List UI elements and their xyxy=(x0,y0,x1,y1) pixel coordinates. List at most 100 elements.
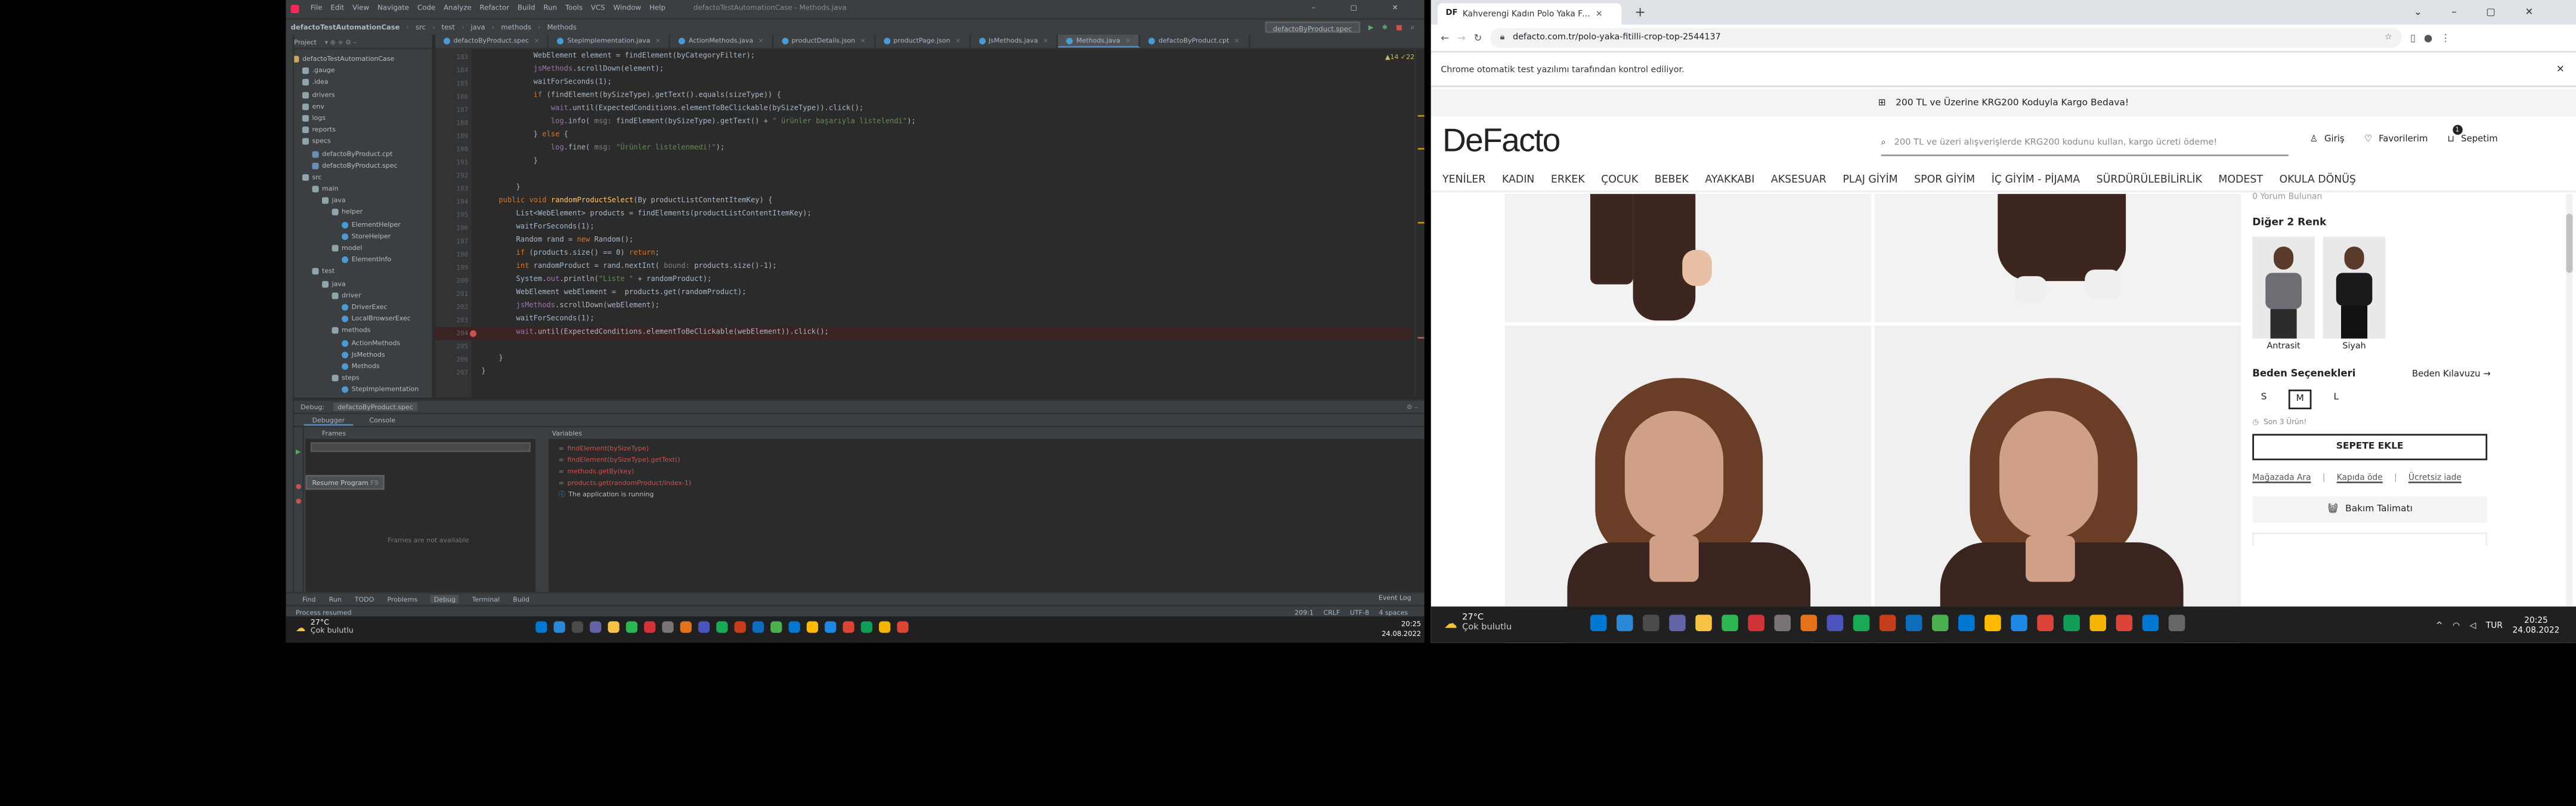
category-link[interactable]: AKSESUAR xyxy=(1771,174,1826,186)
code-line[interactable]: 201 WebElement webElement = products.get… xyxy=(435,288,1411,301)
editor-tab[interactable]: Methods.java × xyxy=(1058,34,1141,48)
tree-item[interactable]: LocalBrowserExec xyxy=(286,313,432,325)
taskbar-app-icon[interactable] xyxy=(2116,614,2133,631)
taskbar-app-icon[interactable] xyxy=(2037,614,2054,631)
category-link[interactable]: MODEST xyxy=(2218,174,2263,186)
size-option[interactable]: S xyxy=(2252,390,2275,409)
taskbar-app-icon[interactable] xyxy=(571,621,584,633)
tree-item[interactable]: .idea xyxy=(286,76,432,88)
taskbar-app-icon[interactable] xyxy=(1695,614,1712,631)
breadcrumb-item[interactable]: src xyxy=(416,23,426,32)
infobar-close-icon[interactable]: ✕ xyxy=(2556,64,2565,75)
event-log[interactable]: Event Log xyxy=(1379,594,1411,602)
taskbar-app-icon[interactable] xyxy=(626,621,637,633)
taskbar-app-icon[interactable] xyxy=(1853,614,1870,631)
editor-tab[interactable]: StepImplementation.java × xyxy=(549,34,671,48)
tree-item[interactable]: helper xyxy=(286,206,432,218)
tree-item[interactable]: src xyxy=(286,171,432,183)
code-line[interactable]: 198 if (products.size() == 0) return; xyxy=(435,248,1411,261)
taskbar-app-icon[interactable] xyxy=(2142,614,2159,631)
tree-item[interactable]: driver xyxy=(286,289,432,301)
promo-banner[interactable]: ⊞ 200 TL ve Üzerine KRG200 Koduyla Kargo… xyxy=(1431,88,2576,117)
tree-item[interactable]: ElementHelper xyxy=(286,218,432,230)
new-tab-icon[interactable]: + xyxy=(1634,5,1645,20)
tree-item[interactable]: steps xyxy=(286,372,432,384)
code-line[interactable]: 189 } else { xyxy=(435,130,1411,143)
taskbar-app-icon[interactable] xyxy=(680,621,692,633)
chrome-window-controls[interactable]: ⌄–▢✕ xyxy=(2414,7,2563,18)
taskbar-app-icon[interactable] xyxy=(643,621,656,633)
debug-settings-icon[interactable]: ⚙ – xyxy=(1407,403,1418,411)
tree-item[interactable]: java xyxy=(286,194,432,206)
tree-item[interactable]: defactoByProduct.spec xyxy=(286,159,432,171)
taskbar-app-icon[interactable] xyxy=(806,621,819,633)
menu-item[interactable]: File xyxy=(311,5,323,13)
debug-tab[interactable]: Debugger xyxy=(304,415,353,425)
status-item[interactable]: CRLF xyxy=(1323,607,1340,616)
breadcrumb-item[interactable]: Methods xyxy=(547,23,577,32)
back-icon[interactable]: ← xyxy=(1441,32,1449,44)
taskbar-app-icon[interactable] xyxy=(843,621,854,633)
tool-window-tab[interactable]: Build xyxy=(513,595,530,603)
tool-window-tab[interactable]: Find xyxy=(302,595,316,603)
taskbar-app-icon[interactable] xyxy=(770,621,782,633)
close-tab-icon[interactable]: × xyxy=(1125,36,1131,45)
code-line[interactable]: 203 waitForSeconds(1); xyxy=(435,314,1411,327)
taskbar-app-icon[interactable] xyxy=(590,621,602,633)
color-option-siyah[interactable]: Siyah xyxy=(2323,236,2386,352)
close-tab-icon[interactable]: × xyxy=(758,36,763,45)
service-link[interactable]: Kapıda öde xyxy=(2337,473,2383,483)
taskbar-app-icon[interactable] xyxy=(1669,614,1686,631)
login-link[interactable]: ♙ Giriş xyxy=(2310,135,2345,145)
tree-item[interactable]: JsMethods xyxy=(286,348,432,360)
tool-window-tab[interactable]: Problems xyxy=(387,595,417,603)
extensions-icon[interactable]: ▯ xyxy=(2410,32,2416,44)
tree-item[interactable]: main xyxy=(286,183,432,194)
tree-item[interactable]: DriverExec xyxy=(286,301,432,313)
tree-item[interactable]: methods xyxy=(286,325,432,336)
taskbar-app-icon[interactable] xyxy=(1879,614,1896,631)
tree-item[interactable]: specs xyxy=(286,135,432,147)
close-tab-icon[interactable]: × xyxy=(955,36,961,45)
code-line[interactable]: 185 waitForSeconds(1); xyxy=(435,77,1411,90)
clock-left[interactable]: 20:25 24.08.2022 xyxy=(1382,620,1421,638)
weather-widget-right[interactable]: ☁ 27°C Çok bulutlu xyxy=(1444,613,1512,633)
code-line[interactable]: 196 waitForSeconds(1); xyxy=(435,222,1411,235)
tool-window-tab[interactable]: Run xyxy=(329,595,342,603)
editor-tab[interactable]: productPage.json × xyxy=(875,34,971,48)
code-line[interactable]: 190 log.fine( msg: "Ürünler listelenmedi… xyxy=(435,143,1411,156)
code-line[interactable]: 199 int randomProduct = rand.nextInt( bo… xyxy=(435,261,1411,274)
menu-item[interactable]: Window xyxy=(614,5,642,13)
menu-item[interactable]: Refactor xyxy=(479,5,509,13)
taskbar-app-icon[interactable] xyxy=(608,621,620,633)
taskbar-app-icon[interactable] xyxy=(2063,614,2080,631)
taskbar-app-icon[interactable] xyxy=(1826,614,1844,631)
taskbar-app-icon[interactable] xyxy=(878,621,891,633)
page-scrollbar[interactable] xyxy=(2566,194,2573,643)
editor-tab[interactable]: ActionMethods.java × xyxy=(671,34,774,48)
gallery-image-2[interactable] xyxy=(1874,194,2241,322)
category-link[interactable]: ERKEK xyxy=(1551,174,1585,186)
editor-tab[interactable]: JsMethods.java × xyxy=(971,34,1058,48)
menu-item[interactable]: Build xyxy=(518,5,535,13)
tool-window-tab[interactable]: TODO xyxy=(355,595,374,603)
tree-item[interactable]: defactoTestAutomationCase xyxy=(286,53,432,64)
menu-item[interactable]: VCS xyxy=(591,5,605,13)
taskbar-app-icon[interactable] xyxy=(1748,614,1764,631)
category-link[interactable]: SPOR GİYİM xyxy=(1914,174,1975,186)
debug-session-tab[interactable]: defactoByProduct.spec xyxy=(332,402,419,411)
category-link[interactable]: BEBEK xyxy=(1655,174,1689,186)
service-link[interactable]: Ücretsiz iade xyxy=(2408,473,2462,483)
tree-item[interactable]: ActionMethods xyxy=(286,336,432,348)
taskbar-app-icon[interactable] xyxy=(2168,614,2185,631)
code-line[interactable]: 204 wait.until(ExpectedConditions.elemen… xyxy=(435,327,1411,341)
code-line[interactable]: 202 jsMethods.scrollDown(webElement); xyxy=(435,301,1411,314)
breadcrumb-item[interactable]: defactoTestAutomationCase xyxy=(291,23,400,32)
code-line[interactable]: 194 public void randomProductSelect(By p… xyxy=(435,196,1411,209)
gallery-image-3[interactable] xyxy=(1504,325,1872,643)
tree-item[interactable]: env xyxy=(286,100,432,112)
category-link[interactable]: ÇOCUK xyxy=(1601,174,1638,186)
taskbar-app-icon[interactable] xyxy=(1905,614,1922,631)
taskbar-app-icon[interactable] xyxy=(1722,614,1738,631)
cart-link[interactable]: ⊔ Sepetim 1 xyxy=(2447,125,2498,144)
